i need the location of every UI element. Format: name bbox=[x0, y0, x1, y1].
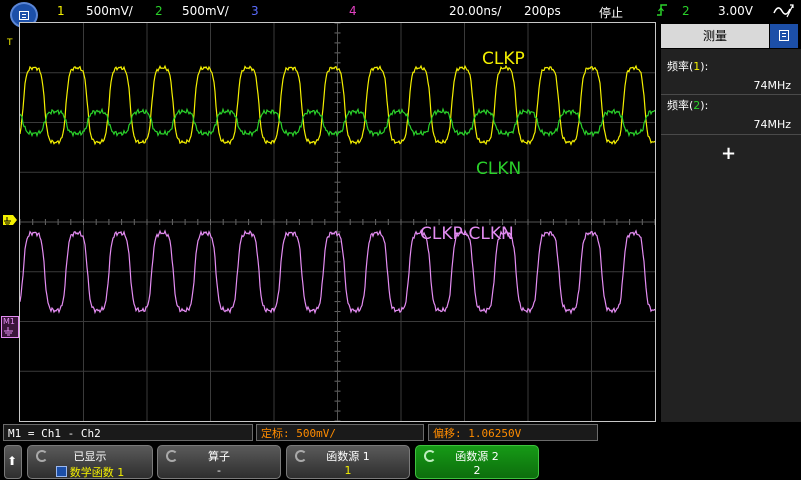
math-ground-marker[interactable]: M1 bbox=[1, 316, 19, 338]
math-status-bar: M1 = Ch1 - Ch2 定标: 500mV/ 偏移: 1.06250V bbox=[0, 423, 801, 443]
timebase[interactable]: 20.00ns/ bbox=[449, 4, 501, 18]
scale-value: 500mV/ bbox=[296, 427, 336, 440]
operator-softkey[interactable]: 算子 - bbox=[157, 445, 281, 479]
math-definition: M1 = Ch1 - Ch2 bbox=[3, 424, 253, 441]
math-definition-text: M1 = Ch1 - Ch2 bbox=[8, 427, 101, 440]
operator-title: 算子 bbox=[208, 450, 230, 463]
clkp-label: CLKP bbox=[482, 49, 525, 69]
scale-label: 定标: bbox=[261, 427, 290, 440]
run-state: 停止 bbox=[599, 6, 624, 20]
ch1-scale[interactable]: 500mV/ bbox=[86, 4, 133, 18]
offset-label: 偏移: bbox=[433, 427, 462, 440]
measurement-2-value: 74MHz bbox=[753, 118, 791, 131]
measure-list: 频率(1): 74MHz 频率(2): 74MHz + bbox=[661, 49, 801, 422]
softkey-bar: ⬆ 已显示 数学函数 1 算子 - 函数源 1 1 函数源 2 2 bbox=[0, 443, 801, 480]
up-arrow-icon: ⬆ bbox=[7, 454, 18, 468]
source2-title: 函数源 2 bbox=[455, 450, 499, 463]
measurement-1-label[interactable]: 频率(1): bbox=[667, 58, 708, 74]
checkbox-icon bbox=[55, 466, 67, 477]
separator bbox=[661, 94, 801, 95]
trigger-source[interactable]: 2 bbox=[682, 4, 690, 18]
rising-edge-trigger-icon bbox=[656, 2, 668, 21]
ch1-ground-marker[interactable] bbox=[3, 213, 17, 226]
math-offset: 偏移: 1.06250V bbox=[428, 424, 598, 441]
source2-value: 2 bbox=[473, 464, 481, 477]
ch2-number[interactable]: 2 bbox=[155, 4, 163, 18]
graticule-svg bbox=[19, 22, 656, 422]
top-status-bar: 1 500mV/ 2 500mV/ 3 4 20.00ns/ 200ps 停止 … bbox=[0, 0, 801, 28]
source1-value: 1 bbox=[344, 464, 352, 477]
math-marker-label: M1 bbox=[3, 317, 15, 326]
measurement-1-value: 74MHz bbox=[753, 79, 791, 92]
operator-value: - bbox=[217, 464, 221, 477]
displayed-value: 数学函数 1 bbox=[28, 464, 152, 480]
meas2-prefix: 频率( bbox=[667, 99, 694, 112]
ch3-number[interactable]: 3 bbox=[251, 4, 259, 18]
source2-softkey[interactable]: 函数源 2 2 bbox=[415, 445, 539, 479]
source1-title: 函数源 1 bbox=[326, 450, 370, 463]
meas1-suffix: ): bbox=[700, 60, 709, 73]
ch4-number[interactable]: 4 bbox=[349, 4, 357, 18]
measure-panel-title[interactable]: 测量 bbox=[661, 24, 769, 48]
waveform-symbol-icon bbox=[773, 3, 795, 22]
trigger-level-label: T bbox=[7, 38, 13, 48]
list-icon bbox=[779, 30, 789, 41]
add-measurement-button[interactable]: + bbox=[721, 143, 736, 164]
menu-icon bbox=[19, 11, 29, 20]
ch2-scale[interactable]: 500mV/ bbox=[182, 4, 229, 18]
displayed-softkey[interactable]: 已显示 数学函数 1 bbox=[27, 445, 153, 479]
offset-value: 1.06250V bbox=[468, 427, 522, 440]
back-up-key[interactable]: ⬆ bbox=[4, 445, 22, 479]
math-label: CLKP-CLKN bbox=[420, 224, 514, 244]
separator bbox=[661, 134, 801, 135]
panel-menu-button[interactable] bbox=[770, 24, 798, 48]
trigger-level[interactable]: 3.00V bbox=[718, 4, 753, 18]
ch1-number[interactable]: 1 bbox=[57, 4, 65, 18]
displayed-value-text: 数学函数 1 bbox=[69, 466, 125, 479]
math-scale: 定标: 500mV/ bbox=[256, 424, 424, 441]
meas1-prefix: 频率( bbox=[667, 60, 694, 73]
source1-softkey[interactable]: 函数源 1 1 bbox=[286, 445, 410, 479]
clkn-label: CLKN bbox=[476, 159, 522, 179]
measurement-2-label[interactable]: 频率(2): bbox=[667, 97, 708, 113]
waveform-display[interactable] bbox=[19, 22, 656, 422]
displayed-title: 已显示 bbox=[73, 450, 107, 463]
time-delay[interactable]: 200ps bbox=[524, 4, 561, 18]
meas2-suffix: ): bbox=[700, 99, 709, 112]
